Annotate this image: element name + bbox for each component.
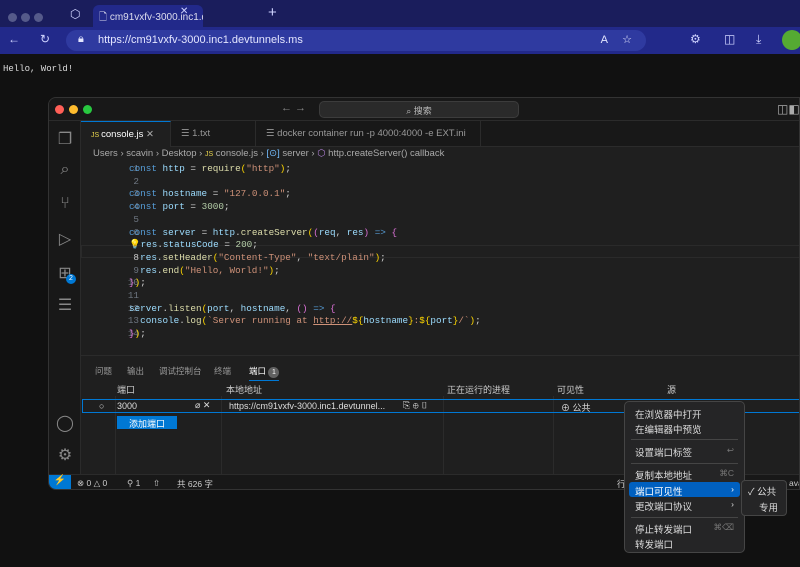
- refresh-icon[interactable]: ↻: [40, 32, 50, 46]
- menu-separator: [631, 517, 738, 518]
- minimize-window-button[interactable]: [69, 105, 78, 114]
- chevron-right-icon: ›: [731, 484, 734, 494]
- col-visibility[interactable]: 可见性: [557, 383, 584, 396]
- live-share-icon[interactable]: ⇧: [153, 478, 160, 489]
- close-window-button[interactable]: [55, 105, 64, 114]
- title-bar: ← → ⌕ 搜索 ◫◧: [49, 98, 799, 121]
- remote-icon[interactable]: ⚡: [49, 475, 71, 489]
- crumb[interactable]: http.createServer() callback: [328, 148, 444, 159]
- extensions-badge: 2: [66, 274, 76, 284]
- crumb[interactable]: scavin: [126, 148, 153, 159]
- url-text: https://cm91vxfv-3000.inc1.devtunnels.ms: [98, 34, 303, 46]
- explorer-icon[interactable]: ❐: [55, 129, 75, 149]
- menu-change-protocol[interactable]: 更改端口协议 ›: [629, 497, 740, 513]
- submenu-public[interactable]: ✓ 公共: [748, 484, 776, 498]
- search-icon[interactable]: ⌕: [55, 161, 75, 181]
- close-tab-icon[interactable]: ✕: [180, 6, 188, 17]
- col-origin[interactable]: 源: [667, 383, 676, 396]
- ports-status[interactable]: ⚲ 1: [127, 478, 140, 489]
- back-icon[interactable]: ←: [8, 32, 20, 46]
- menu-separator: [631, 439, 738, 440]
- tab-output[interactable]: 输出: [127, 365, 144, 377]
- crumb[interactable]: Users: [93, 148, 118, 159]
- source-control-icon[interactable]: ⑂: [55, 195, 75, 215]
- tab-1-txt[interactable]: ☰ 1.txt: [171, 121, 256, 147]
- tab-problems[interactable]: 问题: [95, 365, 112, 377]
- menu-copy-local-address[interactable]: 复制本地地址 ⌘C: [629, 466, 740, 482]
- menu-separator: [631, 463, 738, 464]
- favorite-icon[interactable]: ☆: [622, 33, 632, 46]
- char-count: 共 626 字: [177, 479, 213, 489]
- split-screen-icon[interactable]: ◫: [724, 32, 735, 46]
- account-icon[interactable]: ◯: [55, 413, 75, 433]
- menu-preview-in-editor[interactable]: 在编辑器中预览: [629, 420, 740, 436]
- avatar[interactable]: [782, 30, 800, 50]
- add-port-button[interactable]: 添加端口: [117, 416, 177, 429]
- tab-label: 端口: [249, 366, 267, 376]
- port-value: 3000: [117, 401, 138, 411]
- workspaces-icon[interactable]: ⬡: [70, 7, 80, 21]
- tab-label: console.js: [101, 129, 144, 140]
- label-and-close-icon[interactable]: ⌀ ✕: [195, 400, 210, 411]
- menu-forward-port[interactable]: 转发端口: [629, 535, 740, 551]
- ports-badge: 1: [268, 367, 280, 378]
- tab-docker[interactable]: ☰ docker container run -p 4000:4000 -e E…: [256, 121, 481, 147]
- tab-ports[interactable]: 端口 1: [249, 365, 280, 381]
- menu-set-port-label[interactable]: 设置端口标签 ↩: [629, 443, 740, 459]
- command-center-search[interactable]: ⌕ 搜索: [319, 101, 519, 118]
- language-mode[interactable]: ava: [789, 478, 799, 488]
- crumb[interactable]: console.js: [216, 148, 258, 159]
- menu-port-visibility[interactable]: 端口可见性 ›: [629, 482, 740, 498]
- address-bar[interactable]: 🔒︎ https://cm91vxfv-3000.inc1.devtunnels.…: [66, 30, 646, 51]
- search-placeholder: 搜索: [413, 106, 432, 116]
- menu-open-in-browser[interactable]: 在浏览器中打开: [629, 405, 740, 421]
- browser-nav-bar: ← ↻ 🔒︎ https://cm91vxfv-3000.inc1.devtunn…: [0, 27, 800, 54]
- code-content: const http = require("http"); const host…: [129, 163, 481, 340]
- crumb[interactable]: server: [282, 148, 308, 159]
- col-process[interactable]: 正在运行的进程: [447, 383, 510, 396]
- context-menu: 在浏览器中打开 在编辑器中预览 设置端口标签 ↩ 复制本地地址 ⌘C 端口可见性 › …: [624, 401, 745, 553]
- downloads-icon[interactable]: ⤓: [756, 32, 761, 47]
- col-port[interactable]: 端口: [117, 383, 135, 396]
- tab-debug-console[interactable]: 调试控制台: [159, 365, 202, 377]
- activity-bar: ❐ ⌕ ⑂ ▷ ⊞ 2 ☰ ◯ ⚙: [49, 121, 81, 474]
- window-controls[interactable]: [8, 9, 47, 27]
- settings-gear-icon[interactable]: ⚙: [55, 445, 75, 465]
- local-address[interactable]: https://cm91vxfv-3000.inc1.devtunnel...: [229, 401, 385, 411]
- lock-icon: 🔒︎: [78, 33, 84, 45]
- breadcrumb: Users › scavin › Desktop › JS console.js…: [93, 148, 445, 159]
- chevron-right-icon: ›: [731, 499, 734, 509]
- read-aloud-icon[interactable]: A: [601, 34, 608, 46]
- address-actions-icon[interactable]: ⎘ ⊕ ▯: [403, 400, 428, 411]
- tab-label: 1.txt: [192, 128, 211, 139]
- extensions-icon[interactable]: ⚙: [690, 32, 701, 46]
- col-local-address[interactable]: 本地地址: [226, 383, 262, 396]
- maximize-window-button[interactable]: [83, 105, 92, 114]
- tab-console-js[interactable]: JS console.js ✕: [81, 121, 171, 147]
- page-text: Hello, World!: [3, 64, 74, 74]
- tab-terminal[interactable]: 终端: [214, 365, 231, 377]
- editor-tabs: JS console.js ✕ ☰ 1.txt ☰ docker contain…: [81, 121, 799, 147]
- tab-title: cm91vxfv-3000.inc1.devtunnels.ms: [109, 12, 203, 23]
- crumb[interactable]: Desktop: [162, 148, 197, 159]
- layout-toggle-icon[interactable]: ◫◧: [777, 102, 799, 116]
- new-tab-icon[interactable]: +: [268, 4, 277, 21]
- port-status-icon: ○: [99, 401, 105, 411]
- visibility-submenu: ✓ 公共 专用: [741, 480, 787, 516]
- back-icon[interactable]: ← →: [281, 102, 306, 114]
- run-debug-icon[interactable]: ▷: [55, 229, 75, 249]
- browser-tab-bar: ⬡ 🗋 cm91vxfv-3000.inc1.devtunnels.ms ✕ +: [0, 0, 800, 27]
- menu-stop-forwarding[interactable]: 停止转发端口 ⌘⌫: [629, 520, 740, 536]
- visibility-value: ⊕ 公共: [561, 403, 591, 413]
- outline-icon[interactable]: ☰: [55, 295, 75, 315]
- tab-label: docker container run -p 4000:4000 -e EXT…: [277, 128, 466, 139]
- submenu-private[interactable]: 专用: [759, 500, 778, 514]
- extensions-icon[interactable]: ⊞ 2: [55, 263, 76, 284]
- problems-status[interactable]: ⊗ 0 △ 0: [77, 478, 107, 489]
